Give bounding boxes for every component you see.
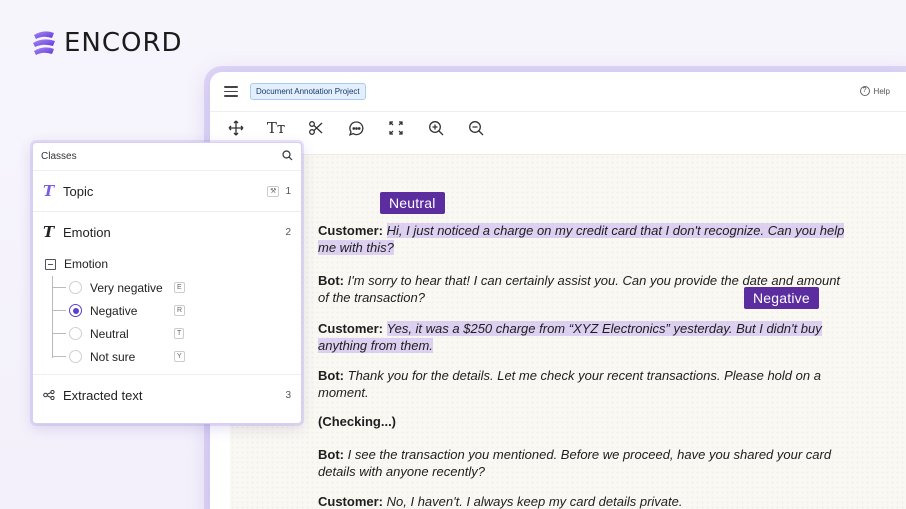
speaker-label: Customer:	[318, 321, 384, 336]
speaker-label: Customer:	[318, 494, 384, 509]
help-button[interactable]: ? Help	[859, 86, 890, 96]
encord-wordmark: ENCORD	[64, 28, 183, 58]
class-label: Extracted text	[63, 387, 143, 403]
class-count: 3	[285, 389, 291, 401]
search-icon[interactable]	[282, 148, 293, 166]
zoom-out-icon[interactable]	[466, 118, 486, 138]
comment-icon[interactable]	[346, 118, 366, 138]
message-text: No, I haven't. I always keep my card det…	[386, 494, 683, 509]
collapse-icon[interactable]	[45, 258, 56, 270]
radio-button[interactable]	[69, 281, 82, 294]
speaker-label: Customer:	[318, 223, 384, 238]
highlighted-text[interactable]: Hi, I just noticed a charge on my credit…	[386, 223, 845, 238]
class-topic[interactable]: T Topic ⚒ 1	[33, 171, 301, 212]
transcript-paragraph[interactable]: (Checking...)	[318, 413, 848, 430]
speaker-label: Bot:	[318, 273, 344, 288]
transcript-paragraph[interactable]: Bot: I'm sorry to hear that! I can certa…	[318, 272, 848, 306]
option-label: Not sure	[90, 349, 136, 364]
relation-icon	[43, 390, 61, 400]
text-class-icon: T	[43, 182, 55, 200]
encord-logo-icon	[33, 31, 55, 55]
text-class-icon: T	[43, 223, 55, 241]
option-label: Negative	[90, 303, 138, 318]
class-extracted-text[interactable]: Extracted text 3	[33, 375, 301, 415]
option-label: Neutral	[90, 326, 129, 341]
emotion-attribute[interactable]: Emotion	[33, 252, 301, 276]
classes-panel-header: Classes	[33, 143, 301, 171]
annotation-toolbar: Tт	[210, 112, 906, 144]
message-text: I'm sorry to hear that! I can certainly …	[347, 273, 841, 288]
classes-panel: Classes T Topic ⚒ 1 T Emotion 2 Emotion	[32, 142, 302, 424]
highlighted-text[interactable]: anything from them.	[318, 338, 433, 353]
class-count: 2	[285, 226, 291, 238]
radio-button[interactable]	[69, 304, 82, 317]
menu-icon[interactable]	[224, 86, 238, 97]
class-count: 1	[285, 185, 291, 197]
neutral-tag[interactable]: Neutral	[380, 192, 445, 214]
class-emotion[interactable]: T Emotion 2 Emotion Very negative E Nega…	[33, 212, 301, 375]
classes-panel-title: Classes	[41, 151, 77, 162]
class-label: Emotion	[63, 224, 111, 240]
option-negative[interactable]: Negative R	[52, 299, 301, 322]
option-neutral[interactable]: Neutral T	[52, 322, 301, 345]
option-very-negative[interactable]: Very negative E	[52, 276, 301, 299]
message-text: Thank you for the details. Let me check …	[347, 368, 821, 383]
scissors-icon[interactable]	[306, 118, 326, 138]
help-icon: ?	[859, 86, 870, 96]
speaker-label: Bot:	[318, 447, 344, 462]
encord-logo: ENCORD	[30, 28, 183, 58]
hotkey-badge: Y	[174, 351, 185, 362]
hotkey-badge: E	[174, 282, 185, 293]
class-label: Topic	[63, 183, 94, 199]
expand-icon[interactable]	[386, 118, 406, 138]
checking-text: (Checking...)	[318, 414, 397, 429]
transcript-paragraph[interactable]: Customer: No, I haven't. I always keep m…	[318, 493, 848, 509]
transcript-paragraph[interactable]: Bot: I see the transaction you mentioned…	[318, 446, 848, 480]
help-label: Help	[873, 86, 890, 96]
highlighted-text[interactable]: me with this?	[318, 240, 394, 255]
message-text: moment.	[318, 385, 369, 400]
speaker-label: Bot:	[318, 368, 344, 383]
hotkey-badge: T	[174, 328, 185, 339]
transcript-paragraph[interactable]: Customer: Hi, I just noticed a charge on…	[318, 222, 848, 256]
emotion-options: Very negative E Negative R Neutral T Not…	[33, 276, 301, 374]
message-text: I see the transaction you mentioned. Bef…	[347, 447, 832, 462]
key-icon: ⚒	[267, 185, 280, 197]
message-text: of the transaction?	[318, 290, 425, 305]
hotkey-badge: R	[174, 305, 186, 316]
project-name-chip[interactable]: Document Annotation Project	[250, 83, 366, 100]
radio-button[interactable]	[69, 350, 82, 363]
message-text: details with anyone recently?	[318, 464, 485, 479]
transcript-paragraph[interactable]: Customer: Yes, it was a $250 charge from…	[318, 320, 848, 354]
attribute-label: Emotion	[64, 257, 109, 271]
zoom-in-icon[interactable]	[426, 118, 446, 138]
highlighted-text[interactable]: Yes, it was a $250 charge from “XYZ Elec…	[386, 321, 822, 336]
top-bar: Document Annotation Project ? Help	[210, 72, 906, 112]
move-icon[interactable]	[226, 118, 246, 138]
option-not-sure[interactable]: Not sure Y	[52, 345, 301, 368]
text-size-icon[interactable]: Tт	[266, 118, 286, 138]
transcript-paragraph[interactable]: Bot: Thank you for the details. Let me c…	[318, 367, 848, 401]
option-label: Very negative	[90, 280, 163, 295]
radio-button[interactable]	[69, 327, 82, 340]
